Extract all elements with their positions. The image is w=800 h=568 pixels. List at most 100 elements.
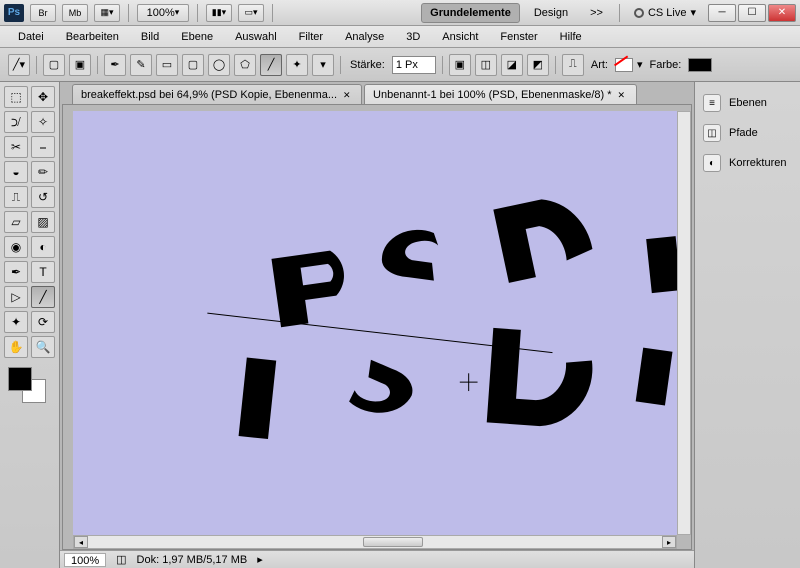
menu-filter[interactable]: Filter — [289, 28, 333, 46]
color-swatches[interactable] — [8, 367, 48, 402]
zoom-tool[interactable]: 🔍 — [31, 336, 55, 358]
scroll-right[interactable]: ▸ — [662, 536, 676, 548]
menu-auswahl[interactable]: Auswahl — [225, 28, 287, 46]
cs-live-button[interactable]: CS Live ▾ — [628, 6, 702, 19]
brush-tool[interactable]: ✏ — [31, 161, 55, 183]
eraser-tool[interactable]: ▱ — [4, 211, 28, 233]
pathop-3[interactable]: ◪ — [501, 54, 523, 76]
staerke-input[interactable] — [392, 56, 436, 74]
tab-label: Unbenannt-1 bei 100% (PSD, Ebenenmaske/8… — [373, 89, 611, 101]
history-brush-tool[interactable]: ↺ — [31, 186, 55, 208]
workspace-grundelemente[interactable]: Grundelemente — [421, 3, 520, 23]
optionsbar: ╱▾ ▢ ▣ ✒ ✎ ▭ ▢ ◯ ⬠ ╱ ✦ ▾ Stärke: ▣ ◫ ◪ ◩… — [0, 48, 800, 82]
document-tab-0[interactable]: breakeffekt.psd bei 64,9% (PSD Kopie, Eb… — [72, 84, 362, 104]
menubar: DateiBearbeitenBildEbeneAuswahlFilterAna… — [0, 26, 800, 48]
dodge-tool[interactable]: ◐ — [31, 236, 55, 258]
menu-fenster[interactable]: Fenster — [490, 28, 547, 46]
wand-tool[interactable]: ✧ — [31, 111, 55, 133]
heal-tool[interactable]: ◒ — [4, 161, 28, 183]
shape-rect-icon[interactable]: ▭ — [156, 54, 178, 76]
canvas-viewport[interactable]: ◂ ▸ — [62, 104, 692, 550]
panel-label: Korrekturen — [729, 157, 786, 169]
panel-label: Ebenen — [729, 97, 767, 109]
shape-roundrect-icon[interactable]: ▢ — [182, 54, 204, 76]
stamp-tool[interactable]: ⎍ — [4, 186, 28, 208]
window-maximize[interactable]: ☐ — [738, 4, 766, 22]
scroll-thumb[interactable] — [363, 537, 423, 547]
panel-korrekturen[interactable]: ◐Korrekturen — [699, 148, 796, 178]
foreground-color[interactable] — [8, 367, 32, 391]
workspace-design[interactable]: Design — [526, 4, 576, 22]
document-tab-1[interactable]: Unbenannt-1 bei 100% (PSD, Ebenenmaske/8… — [364, 84, 636, 104]
panel-ebenen[interactable]: ≡ Ebenen — [699, 88, 796, 118]
workspace-more[interactable]: >> — [582, 4, 611, 22]
extras-button[interactable]: ▭▾ — [238, 4, 264, 22]
scrollbar-vertical[interactable] — [677, 111, 691, 535]
tab-close-icon[interactable]: ✕ — [618, 90, 628, 100]
zoom-level-dropdown[interactable]: 100% ▾ — [137, 4, 189, 22]
bridge-button[interactable]: Br — [30, 4, 56, 22]
pen-tool[interactable]: ✒ — [4, 261, 28, 283]
menu-ansicht[interactable]: Ansicht — [432, 28, 488, 46]
crop-tool[interactable]: ✂ — [4, 136, 28, 158]
scroll-left[interactable]: ◂ — [74, 536, 88, 548]
hand-tool[interactable]: ✋ — [4, 336, 28, 358]
document-tabs: breakeffekt.psd bei 64,9% (PSD Kopie, Eb… — [60, 82, 694, 104]
staerke-label: Stärke: — [350, 59, 385, 71]
3d-tool-a[interactable]: ✦ — [4, 311, 28, 333]
tab-close-icon[interactable]: ✕ — [343, 90, 353, 100]
menu-ebene[interactable]: Ebene — [171, 28, 223, 46]
menu-3d[interactable]: 3D — [396, 28, 430, 46]
freeform-pen-icon[interactable]: ✎ — [130, 54, 152, 76]
eyedropper-tool[interactable]: ⎯ — [31, 136, 55, 158]
screen-mode-button[interactable]: ▦▾ — [94, 4, 120, 22]
cslive-icon — [634, 8, 644, 18]
pen-icon[interactable]: ✒ — [104, 54, 126, 76]
status-zoom[interactable]: 100% — [64, 553, 106, 567]
window-minimize[interactable]: ─ — [708, 4, 736, 22]
menu-datei[interactable]: Datei — [8, 28, 54, 46]
minibridge-button[interactable]: Mb — [62, 4, 88, 22]
pathop-1[interactable]: ▣ — [449, 54, 471, 76]
menu-hilfe[interactable]: Hilfe — [550, 28, 592, 46]
menu-bild[interactable]: Bild — [131, 28, 169, 46]
scrollbar-horizontal[interactable]: ◂ ▸ — [73, 535, 677, 549]
art-label: Art: — [591, 59, 608, 71]
move-tool-b[interactable]: ✥ — [31, 86, 55, 108]
shape-options-icon[interactable]: ▾ — [312, 54, 334, 76]
shape-line-icon[interactable]: ╱ — [260, 54, 282, 76]
line-tool[interactable]: ╱ — [31, 286, 55, 308]
farbe-swatch[interactable] — [688, 58, 712, 72]
art-style-swatch[interactable] — [615, 58, 633, 72]
arrange-button[interactable]: ▮▮▾ — [206, 4, 232, 22]
current-tool-icon[interactable]: ╱▾ — [8, 54, 30, 76]
lasso-tool[interactable]: ⟉ — [4, 111, 28, 133]
path-select-tool[interactable]: ▷ — [4, 286, 28, 308]
shape-custom-icon[interactable]: ✦ — [286, 54, 308, 76]
3d-tool-b[interactable]: ⟳ — [31, 311, 55, 333]
menu-bearbeiten[interactable]: Bearbeiten — [56, 28, 129, 46]
blur-tool[interactable]: ◉ — [4, 236, 28, 258]
app-logo: Ps — [4, 4, 24, 22]
status-doc: Dok: 1,97 MB/5,17 MB — [137, 554, 248, 566]
pathop-2[interactable]: ◫ — [475, 54, 497, 76]
type-tool[interactable]: T — [31, 261, 55, 283]
canvas-artwork — [73, 111, 677, 535]
right-panel: ≡ Ebenen ◫Pfade◐Korrekturen — [694, 82, 800, 568]
shape-ellipse-icon[interactable]: ◯ — [208, 54, 230, 76]
new-layer-icon[interactable]: ▢ — [43, 54, 65, 76]
move-tool[interactable]: ⬚ — [4, 86, 28, 108]
canvas[interactable] — [73, 111, 677, 535]
layer-stack-icon[interactable]: ▣ — [69, 54, 91, 76]
window-close[interactable]: ✕ — [768, 4, 796, 22]
shape-polygon-icon[interactable]: ⬠ — [234, 54, 256, 76]
gradient-tool[interactable]: ▨ — [31, 211, 55, 233]
menu-analyse[interactable]: Analyse — [335, 28, 394, 46]
panel-label: Pfade — [729, 127, 758, 139]
farbe-label: Farbe: — [650, 59, 682, 71]
panel-pfade[interactable]: ◫Pfade — [699, 118, 796, 148]
align-icon[interactable]: ⎍ — [562, 54, 584, 76]
panel-icon: ≡ — [703, 94, 721, 112]
status-arrow-icon[interactable]: ▸ — [257, 553, 263, 566]
pathop-4[interactable]: ◩ — [527, 54, 549, 76]
